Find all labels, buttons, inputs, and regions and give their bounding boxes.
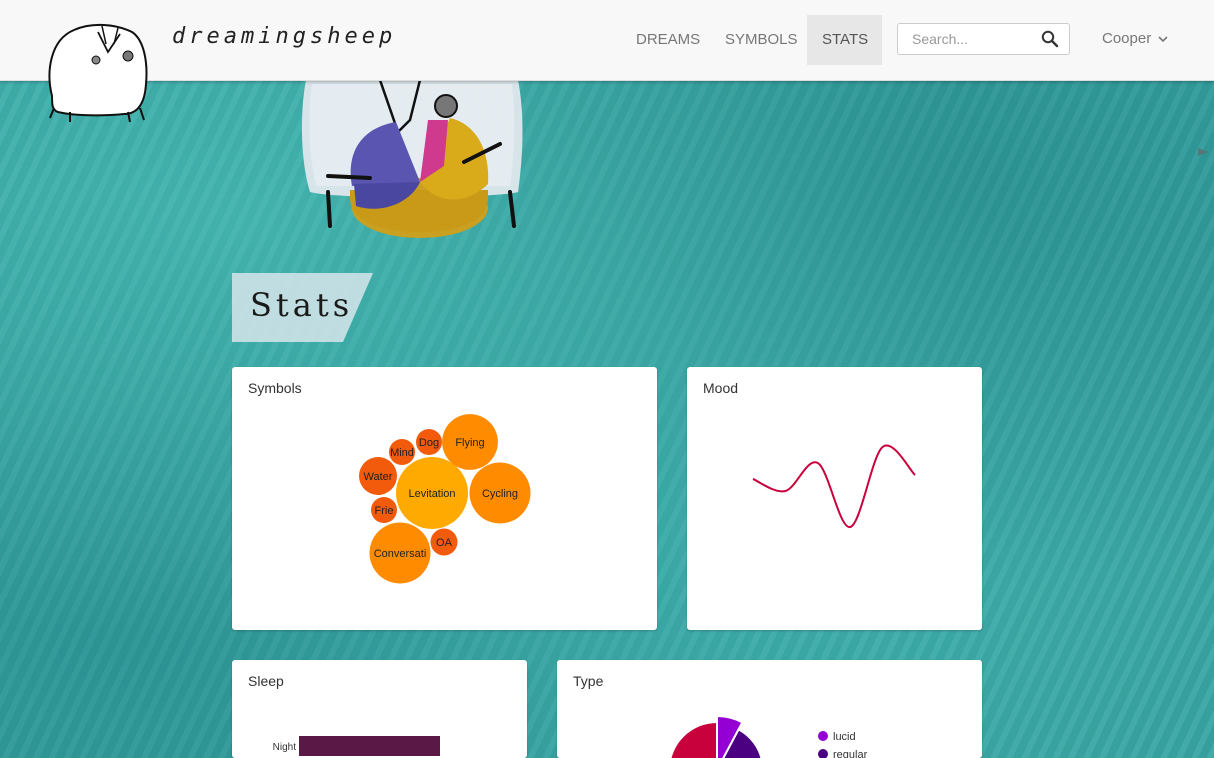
hero-sheep-illustration — [301, 80, 523, 238]
bubble-label: Flying — [455, 437, 484, 449]
sleep-category-label: Night — [273, 742, 297, 753]
symbol-bubble[interactable]: OA — [430, 528, 458, 556]
chevron-down-icon — [1158, 36, 1168, 43]
symbol-bubble[interactable]: Flying — [442, 414, 498, 470]
symbol-bubble[interactable]: Cycling — [469, 462, 531, 524]
symbol-bubble[interactable]: Conversati — [369, 522, 431, 584]
bubble-label: Conversati — [374, 548, 427, 560]
search-input[interactable] — [910, 30, 1034, 48]
nav-stats[interactable]: STATS — [807, 15, 882, 65]
bubble-label: OA — [436, 537, 453, 549]
legend-swatch — [818, 749, 828, 758]
symbol-bubble[interactable]: Mind — [389, 439, 415, 465]
symbol-bubble[interactable]: Dog — [416, 429, 442, 455]
brand-name[interactable]: dreamingsheep — [172, 24, 396, 49]
mood-line-chart — [752, 444, 916, 528]
nav-dreams[interactable]: DREAMS — [621, 15, 715, 65]
bubble-label: Water — [364, 471, 393, 483]
type-pie-slice[interactable] — [669, 720, 718, 758]
bubble-label: Cycling — [482, 488, 518, 500]
user-menu[interactable]: Cooper — [1102, 30, 1168, 47]
sheep-logo[interactable] — [44, 22, 154, 124]
legend-label: lucid — [833, 731, 856, 743]
mood-panel: Mood — [687, 367, 982, 630]
sleep-bar[interactable] — [299, 736, 440, 756]
legend-label: regular — [833, 749, 868, 758]
edge-arrow-icon — [1198, 148, 1208, 156]
bubble-label: Dog — [419, 437, 439, 449]
nav-symbols[interactable]: SYMBOLS — [710, 15, 813, 65]
bubble-label: Frie — [375, 505, 394, 517]
search-box[interactable] — [897, 23, 1070, 55]
bubble-label: Mind — [390, 447, 414, 459]
symbols-bubble-chart: Levitation Cycling Conversati Flying Water OA… — [359, 414, 531, 584]
top-navbar: dreamingsheep DREAMS SYMBOLS STATS Coope… — [0, 0, 1214, 81]
symbol-bubble[interactable]: Frie — [371, 497, 397, 523]
sleep-bar-chart: Night — [273, 736, 440, 756]
mood-series-line — [752, 444, 916, 528]
user-name: Cooper — [1102, 30, 1152, 47]
bubble-label: Levitation — [408, 488, 455, 500]
symbol-bubble[interactable]: Levitation — [396, 457, 468, 529]
search-icon[interactable] — [1041, 30, 1059, 48]
legend-swatch — [818, 731, 828, 741]
symbols-panel: Symbols Levitation Cycling Conversati Flyin… — [232, 367, 657, 630]
type-panel: Type lucid regular — [557, 660, 982, 758]
symbol-bubble[interactable]: Water — [359, 457, 397, 495]
type-pie-chart: lucid regular — [669, 714, 868, 758]
sleep-panel: Sleep Night — [232, 660, 527, 758]
page-title: Stats — [250, 286, 354, 324]
